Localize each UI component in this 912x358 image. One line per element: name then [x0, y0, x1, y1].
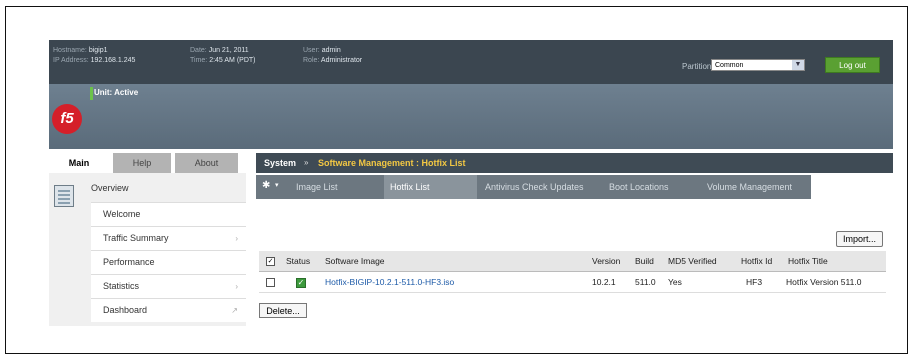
nav-item-label: Performance	[103, 257, 155, 267]
host-info: Hostname: bigip1 IP Address: 192.168.1.2…	[53, 47, 136, 64]
nav-item-statistics[interactable]: Statistics ›	[91, 274, 246, 298]
nav-item-dashboard[interactable]: Dashboard ↗	[91, 298, 246, 322]
table-row: ✓ Hotfix-BIGIP-10.2.1-511.0-HF3.iso 10.2…	[259, 272, 886, 293]
col-version[interactable]: Version	[592, 251, 620, 272]
logout-button[interactable]: Log out	[825, 57, 880, 73]
delete-button[interactable]: Delete...	[259, 303, 307, 318]
f5-logo: f5	[52, 104, 82, 134]
chevron-right-icon: ›	[235, 234, 238, 243]
breadcrumb-root[interactable]: System	[264, 153, 296, 173]
table-header: ✓ Status Software Image Version Build MD…	[259, 251, 886, 272]
nav-item-traffic-summary[interactable]: Traffic Summary ›	[91, 226, 246, 250]
subtab-volume-management[interactable]: Volume Management	[701, 175, 811, 199]
partition-select[interactable]: Common ▼	[711, 59, 805, 71]
unit-status-indicator	[90, 87, 93, 100]
chevron-right-icon: ›	[235, 282, 238, 291]
nav-item-label: Dashboard	[103, 305, 148, 315]
subtab-image-list[interactable]: Image List	[290, 175, 378, 199]
import-button[interactable]: Import...	[836, 231, 883, 247]
hotfix-id-cell: HF3	[746, 277, 763, 287]
subtab-boot-locations[interactable]: Boot Locations	[603, 175, 699, 199]
col-software-image[interactable]: Software Image	[325, 251, 385, 272]
breadcrumb: System » Software Management : Hotfix Li…	[256, 153, 893, 173]
gear-icon[interactable]: ✱	[262, 180, 270, 191]
nav-item-welcome[interactable]: Welcome	[91, 202, 246, 226]
breadcrumb-path: Software Management : Hotfix List	[318, 158, 466, 168]
unit-status: Unit: Active	[94, 88, 139, 97]
col-hotfix-title[interactable]: Hotfix Title	[788, 251, 828, 272]
select-all-checkbox[interactable]: ✓	[266, 257, 275, 266]
popout-icon: ↗	[231, 306, 238, 315]
col-hotfix-id[interactable]: Hotfix Id	[741, 251, 772, 272]
md5-cell: Yes	[668, 277, 682, 287]
tab-help[interactable]: Help	[113, 153, 171, 173]
partition-label: Partition:	[682, 62, 714, 71]
subtab-antivirus-check-updates[interactable]: Antivirus Check Updates	[479, 175, 601, 199]
software-image-link[interactable]: Hotfix-BIGIP-10.2.1-511.0-HF3.iso	[325, 272, 454, 293]
nav-item-label: Statistics	[103, 281, 140, 291]
build-cell: 511.0	[635, 277, 656, 287]
breadcrumb-separator: »	[304, 158, 309, 167]
user-info: User: admin Role: Administrator	[303, 47, 363, 64]
version-cell: 10.2.1	[592, 277, 616, 287]
nav-item-label: Traffic Summary	[103, 233, 169, 243]
col-status[interactable]: Status	[286, 251, 310, 272]
hotfix-title-cell: Hotfix Version 511.0	[786, 277, 862, 287]
date-time-info: Date: Jun 21, 2011 Time: 2:45 AM (PDT)	[190, 47, 256, 64]
subtab-hotfix-list[interactable]: Hotfix List	[384, 175, 477, 199]
status-ok-icon: ✓	[296, 278, 306, 288]
nav-section-overview[interactable]: Overview	[91, 183, 129, 193]
overview-icon	[54, 185, 74, 207]
tab-about[interactable]: About	[175, 153, 238, 173]
partition-value: Common	[715, 62, 744, 69]
col-md5-verified[interactable]: MD5 Verified	[668, 251, 717, 272]
chevron-down-icon[interactable]: ▾	[275, 181, 279, 189]
banner	[49, 84, 893, 149]
col-build[interactable]: Build	[635, 251, 654, 272]
nav-item-label: Welcome	[103, 209, 141, 219]
chevron-down-icon: ▼	[792, 60, 804, 70]
nav-item-performance[interactable]: Performance	[91, 250, 246, 274]
tab-main[interactable]: Main	[49, 153, 109, 173]
row-checkbox[interactable]	[266, 278, 275, 287]
